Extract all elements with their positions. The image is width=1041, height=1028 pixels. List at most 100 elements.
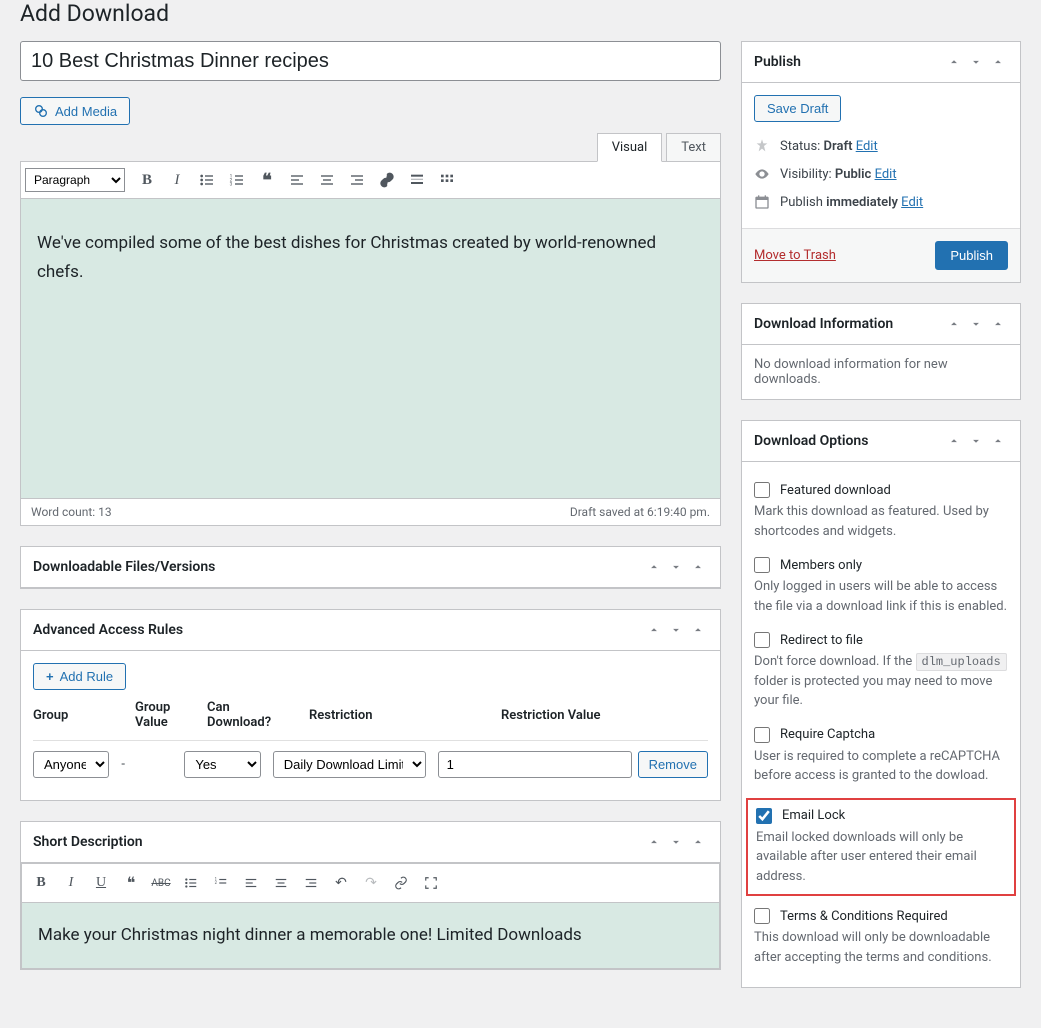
move-to-trash-link[interactable]: Move to Trash (754, 248, 836, 263)
publish-label: Publish immediately Edit (780, 195, 923, 210)
align-center-button[interactable] (313, 166, 341, 194)
option-checkbox[interactable] (754, 727, 770, 743)
italic-button[interactable]: I (163, 166, 191, 194)
format-select[interactable]: Paragraph (25, 168, 125, 192)
tab-visual[interactable]: Visual (597, 133, 663, 162)
bullet-list-button[interactable] (193, 166, 221, 194)
group-select[interactable]: Anyone (33, 751, 109, 778)
move-up-icon[interactable] (644, 832, 664, 852)
bold-button[interactable]: B (28, 870, 54, 896)
restriction-select[interactable]: Daily Download Limit (273, 751, 426, 778)
edit-visibility-link[interactable]: Edit (875, 167, 897, 182)
save-draft-button[interactable]: Save Draft (754, 95, 841, 122)
option-description: Only logged in users will be able to acc… (754, 577, 1008, 616)
rule-row: Anyone - Yes Daily Download Limit Remove (33, 741, 708, 788)
files-box-title: Downloadable Files/Versions (33, 559, 215, 575)
option-item: Terms & Conditions Required This download… (754, 900, 1008, 975)
short-desc-toolbar: B I U ❝ ABC 12 ↶ ↷ (21, 863, 720, 903)
italic-button[interactable]: I (58, 870, 84, 896)
draft-saved: Draft saved at 6:19:40 pm. (570, 505, 710, 519)
move-up-icon[interactable] (644, 557, 664, 577)
bold-button[interactable]: B (133, 166, 161, 194)
option-item: Require CaptchaUser is required to compl… (754, 719, 1008, 794)
can-download-select[interactable]: Yes (184, 751, 260, 778)
toggle-icon[interactable] (988, 314, 1008, 334)
option-label[interactable]: Featured download (754, 482, 1008, 498)
edit-date-link[interactable]: Edit (901, 195, 923, 210)
align-right-button[interactable] (298, 870, 324, 896)
short-desc-content[interactable]: Make your Christmas night dinner a memor… (21, 903, 720, 969)
publish-button[interactable]: Publish (935, 241, 1008, 270)
option-checkbox[interactable] (754, 632, 770, 648)
redo-button[interactable]: ↷ (358, 870, 384, 896)
fullscreen-button[interactable] (418, 870, 444, 896)
option-label[interactable]: Email Lock (756, 808, 1006, 824)
th-restriction-value: Restriction Value (501, 708, 708, 723)
option-label[interactable]: Require Captcha (754, 727, 1008, 743)
align-center-button[interactable] (268, 870, 294, 896)
rules-box-title: Advanced Access Rules (33, 622, 183, 638)
align-right-button[interactable] (343, 166, 371, 194)
restriction-value-input[interactable] (438, 751, 632, 778)
move-up-icon[interactable] (944, 52, 964, 72)
strikethrough-button[interactable]: ABC (148, 870, 174, 896)
option-description: Email locked downloads will only be avai… (756, 828, 1006, 887)
blockquote-button[interactable]: ❝ (118, 870, 144, 896)
option-label[interactable]: Redirect to file (754, 632, 1008, 648)
toggle-icon[interactable] (688, 557, 708, 577)
option-description: This download will only be downloadable … (754, 928, 1008, 967)
editor-toolbar: Paragraph B I 123 ❝ (20, 161, 721, 199)
move-down-icon[interactable] (966, 314, 986, 334)
toggle-icon[interactable] (688, 620, 708, 640)
toolbar-toggle-button[interactable] (433, 166, 461, 194)
add-media-button[interactable]: Add Media (20, 97, 130, 125)
option-checkbox[interactable] (754, 482, 770, 498)
move-up-icon[interactable] (944, 431, 964, 451)
download-options-title: Download Options (754, 433, 868, 449)
visibility-icon (754, 166, 770, 182)
move-down-icon[interactable] (666, 832, 686, 852)
option-label-text: Email Lock (782, 808, 845, 823)
option-checkbox[interactable] (754, 908, 770, 924)
link-button[interactable] (388, 870, 414, 896)
toggle-icon[interactable] (988, 431, 1008, 451)
underline-button[interactable]: U (88, 870, 114, 896)
toggle-icon[interactable] (688, 832, 708, 852)
remove-rule-button[interactable]: Remove (638, 751, 708, 778)
calendar-icon (754, 194, 770, 210)
post-title-input[interactable] (20, 41, 721, 81)
option-checkbox[interactable] (754, 557, 770, 573)
toggle-icon[interactable] (988, 52, 1008, 72)
add-rule-button[interactable]: + Add Rule (33, 663, 126, 690)
align-left-button[interactable] (283, 166, 311, 194)
status-label: Status: Draft Edit (780, 139, 878, 154)
option-item: Email Lock Email locked downloads will on… (746, 798, 1016, 897)
link-button[interactable] (373, 166, 401, 194)
group-value: - (121, 757, 172, 772)
move-down-icon[interactable] (966, 431, 986, 451)
move-down-icon[interactable] (966, 52, 986, 72)
move-down-icon[interactable] (666, 557, 686, 577)
read-more-button[interactable] (403, 166, 431, 194)
move-up-icon[interactable] (644, 620, 664, 640)
add-media-label: Add Media (55, 104, 117, 119)
blockquote-button[interactable]: ❝ (253, 166, 281, 194)
number-list-button[interactable]: 123 (223, 166, 251, 194)
option-checkbox[interactable] (756, 808, 772, 824)
option-label[interactable]: Members only (754, 557, 1008, 573)
edit-status-link[interactable]: Edit (856, 139, 878, 154)
download-info-title: Download Information (754, 316, 893, 332)
move-up-icon[interactable] (944, 314, 964, 334)
tab-text[interactable]: Text (666, 133, 721, 162)
align-left-button[interactable] (238, 870, 264, 896)
option-label-text: Featured download (780, 483, 891, 498)
bullet-list-button[interactable] (178, 870, 204, 896)
add-rule-label: Add Rule (60, 669, 113, 684)
editor-content[interactable]: We've compiled some of the best dishes f… (20, 199, 721, 499)
option-item: Redirect to fileDon't force download. If… (754, 624, 1008, 719)
option-item: Featured downloadMark this download as f… (754, 474, 1008, 549)
undo-button[interactable]: ↶ (328, 870, 354, 896)
number-list-button[interactable]: 12 (208, 870, 234, 896)
move-down-icon[interactable] (666, 620, 686, 640)
option-label[interactable]: Terms & Conditions Required (754, 908, 1008, 924)
